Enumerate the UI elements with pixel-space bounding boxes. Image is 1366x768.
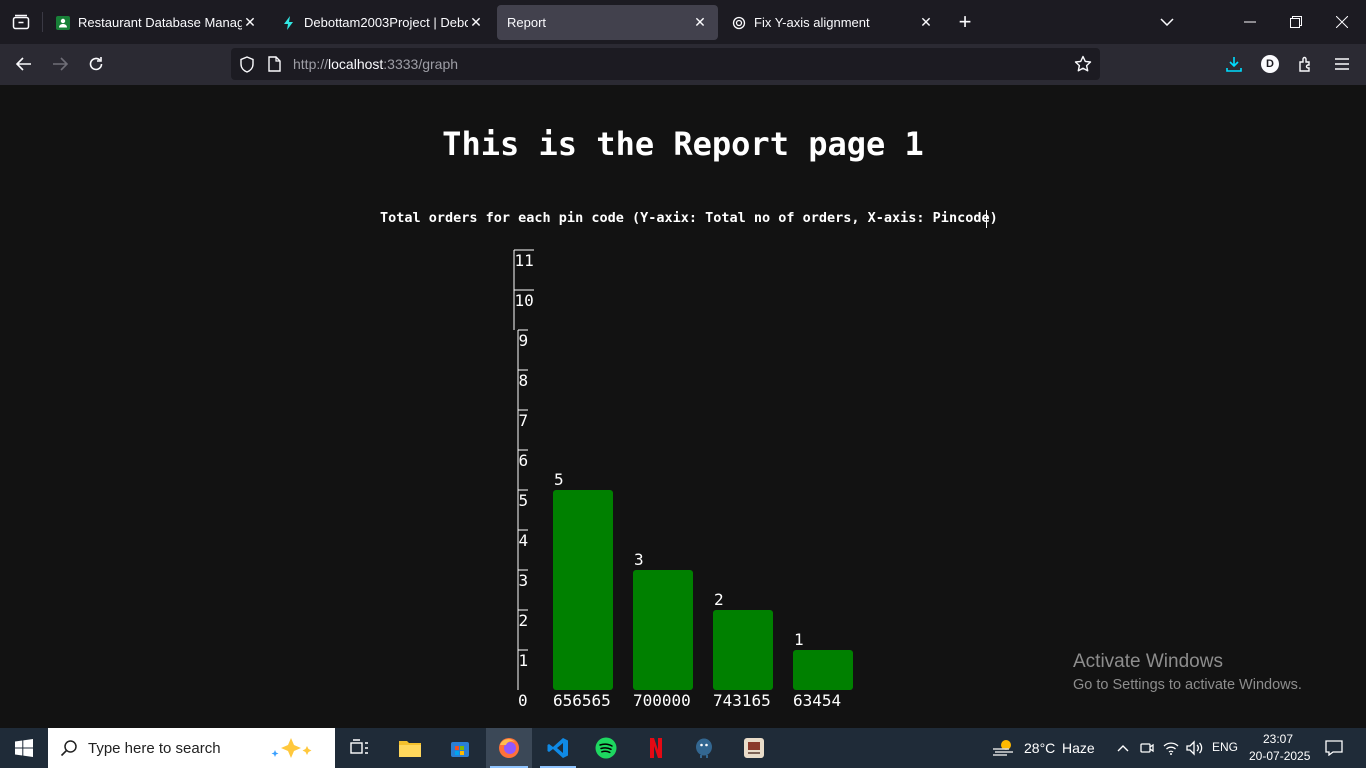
x-category-label: 743165 (713, 691, 771, 710)
file-explorer-icon[interactable] (390, 728, 430, 768)
hamburger-menu-icon[interactable] (1326, 48, 1358, 80)
volume-icon[interactable] (1185, 728, 1205, 768)
y-tick-label: 10 (515, 291, 534, 310)
watermark-title: Activate Windows (1073, 651, 1223, 672)
postgresql-icon[interactable] (684, 728, 724, 768)
show-hidden-icons-chevron-icon[interactable] (1114, 728, 1132, 768)
y-tick-label: 9 (519, 331, 529, 350)
tab-title: Fix Y-axis alignment (754, 15, 870, 30)
back-arrow-icon[interactable] (8, 48, 40, 80)
bar (553, 490, 613, 690)
account-avatar[interactable]: D (1254, 48, 1286, 80)
tab-overview-icon[interactable] (4, 0, 38, 44)
tab-restaurant-db[interactable]: Restaurant Database Managem ✕ (46, 5, 268, 40)
x-category-label: 656565 (553, 691, 611, 710)
microsoft-store-icon[interactable] (440, 728, 480, 768)
tab-title: Restaurant Database Managem (78, 15, 242, 30)
y-tick-label: 5 (519, 491, 529, 510)
y-tick-label: 7 (519, 411, 529, 430)
bar (633, 570, 693, 690)
activate-windows-watermark: Activate Windows Go to Settings to activ… (1073, 651, 1302, 693)
close-tab-icon[interactable]: ✕ (692, 14, 708, 31)
firefox-icon[interactable] (486, 728, 532, 768)
page-info-icon[interactable] (268, 56, 281, 77)
extensions-icon[interactable] (1290, 48, 1322, 80)
y-tick-label: 1 (519, 651, 529, 670)
url-bar[interactable]: http://localhost:3333/graph (231, 48, 1100, 80)
tab-separator (42, 12, 43, 32)
notifications-icon[interactable] (1318, 728, 1350, 768)
clock-date[interactable]: 20-07-2025 (1249, 749, 1310, 763)
bar-value-label: 5 (554, 470, 564, 489)
browser-nav-bar: http://localhost:3333/graph D (0, 44, 1366, 85)
close-window-icon[interactable] (1320, 0, 1364, 44)
close-tab-icon[interactable]: ✕ (918, 14, 934, 31)
tab-report[interactable]: Report ✕ (497, 5, 718, 40)
wifi-icon[interactable] (1162, 728, 1180, 768)
search-icon (60, 739, 78, 757)
bar-value-label: 2 (714, 590, 724, 609)
windows-start-icon[interactable] (0, 728, 48, 768)
avatar-initial: D (1261, 55, 1279, 73)
forward-arrow-icon[interactable] (44, 48, 76, 80)
shield-icon[interactable] (239, 56, 255, 78)
y-tick-label: 6 (519, 451, 529, 470)
vscode-icon[interactable] (536, 728, 580, 768)
watermark-subtitle: Go to Settings to activate Windows. (1073, 677, 1302, 693)
x-category-label: 700000 (633, 691, 691, 710)
tab-title: Debottam2003Project | Debotta (304, 15, 468, 30)
close-tab-icon[interactable]: ✕ (468, 14, 484, 31)
netflix-icon[interactable] (636, 728, 676, 768)
y-tick-label: 3 (519, 571, 529, 590)
minimize-window-icon[interactable] (1228, 0, 1272, 44)
download-icon[interactable] (1218, 48, 1250, 80)
netlify-icon (282, 15, 296, 30)
tab-fix-y-axis[interactable]: Fix Y-axis alignment ✕ (722, 5, 944, 40)
taskbar-search-box[interactable]: Type here to search (48, 728, 335, 768)
weather-haze-icon[interactable] (990, 728, 1018, 768)
chatgpt-icon (732, 16, 746, 30)
tab-title: Report (507, 15, 547, 30)
y-tick-label: 4 (519, 531, 529, 550)
green-sheet-icon (56, 15, 70, 30)
bar-value-label: 3 (634, 550, 644, 569)
spotify-icon[interactable] (586, 728, 626, 768)
task-view-icon[interactable] (340, 728, 380, 768)
close-tab-icon[interactable]: ✕ (242, 14, 258, 31)
browser-tab-bar: Restaurant Database Managem ✕ Debottam20… (0, 0, 1366, 44)
report-page: This is the Report page 1 Total orders f… (0, 85, 1366, 728)
y-tick-label: 0 (518, 691, 528, 710)
weather-temperature[interactable]: 28°C (1024, 740, 1055, 756)
bookmark-star-icon[interactable] (1074, 55, 1092, 78)
list-tabs-chevron-icon[interactable] (1152, 0, 1182, 44)
meet-now-icon[interactable] (1138, 728, 1156, 768)
search-placeholder: Type here to search (88, 739, 221, 757)
reload-icon[interactable] (80, 48, 112, 80)
search-highlight-icon[interactable] (267, 736, 325, 760)
bar (793, 650, 853, 690)
windows-taskbar: Type here to search 28°C Haze ENG 23:07 … (0, 728, 1366, 768)
app-shortcut-icon[interactable] (734, 728, 774, 768)
new-tab-icon[interactable]: + (950, 0, 980, 44)
weather-description[interactable]: Haze (1062, 740, 1095, 756)
y-tick-label: 2 (519, 611, 529, 630)
bar-value-label: 1 (794, 630, 804, 649)
bar (713, 610, 773, 690)
url-text[interactable]: http://localhost:3333/graph (293, 56, 458, 72)
language-indicator[interactable]: ENG (1212, 740, 1238, 754)
y-tick-label: 11 (515, 251, 534, 270)
restore-window-icon[interactable] (1274, 0, 1318, 44)
clock-time[interactable]: 23:07 (1263, 732, 1293, 746)
bar-chart: 0 1 2 3 4 5 6 7 8 9 10 11 5 656565 3 700000 2 743165 1 6345… (513, 249, 853, 710)
tab-debottam-project[interactable]: Debottam2003Project | Debotta ✕ (272, 5, 494, 40)
x-category-label: 63454 (793, 691, 841, 710)
y-tick-label: 8 (519, 371, 529, 390)
